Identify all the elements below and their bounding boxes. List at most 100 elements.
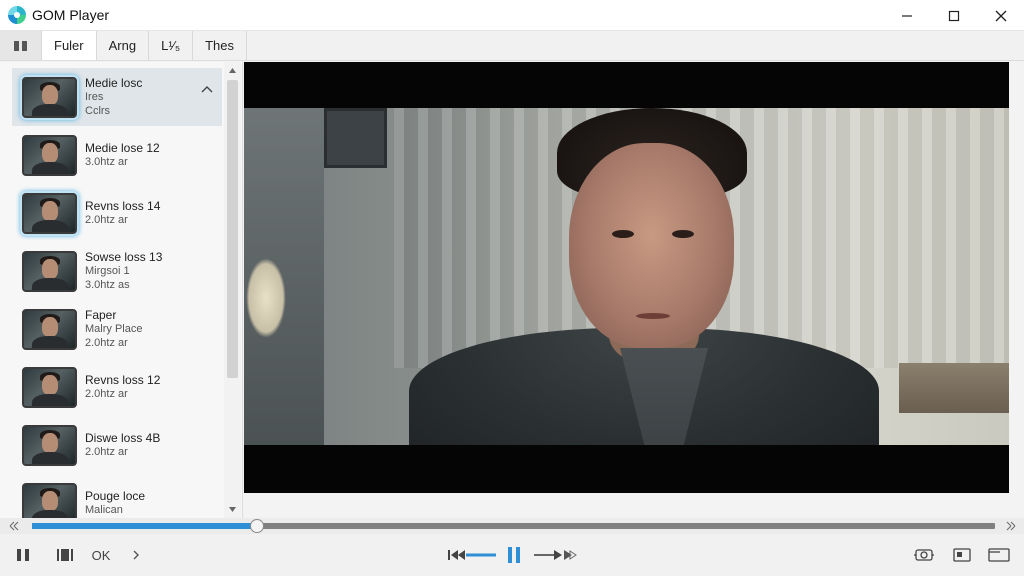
playlist-item-text: Sowse loss 13 Mirgsoi 1 3.0htz as	[85, 250, 162, 292]
playlist-item-detail: 3.0htz ar	[85, 156, 128, 168]
ok-label: OK	[91, 547, 111, 563]
playlist-item-title: Diswe loss 4B	[85, 431, 161, 445]
playlist-item-text: Diswe loss 4B 2.0htz ar	[85, 431, 160, 459]
maximize-button[interactable]	[930, 0, 977, 31]
playlist-scrollbar[interactable]	[224, 62, 241, 518]
pause-button[interactable]	[12, 544, 34, 566]
playlist-item-detail: 2.0htz ar	[85, 337, 128, 349]
play-pause-main-button[interactable]	[503, 544, 525, 566]
playlist-item[interactable]: Pouge loce Malican	[12, 474, 222, 518]
next-chevron-button[interactable]	[128, 544, 144, 566]
playlist-item-title: Faper	[85, 308, 117, 322]
tab-label: L¹⁄₅	[161, 38, 181, 53]
pause-main-icon	[508, 547, 520, 563]
video-thumbnail	[22, 250, 77, 292]
close-button[interactable]	[977, 0, 1024, 31]
chevron-right-icon	[133, 550, 139, 560]
playlist-panel: Medie losc Ires Cclrs Medie lose 12 3.0h…	[0, 62, 243, 518]
gom-logo-icon	[8, 6, 26, 24]
mini-player-button[interactable]	[986, 544, 1012, 566]
window-controls	[883, 0, 1024, 31]
playlist-item[interactable]: Sowse loss 13 Mirgsoi 1 3.0htz as	[12, 242, 222, 300]
playlist: Medie losc Ires Cclrs Medie lose 12 3.0h…	[12, 68, 222, 518]
playlist-item-text: Revns loss 12 2.0htz ar	[85, 373, 160, 401]
playback-controls: OK	[0, 534, 1024, 576]
ok-button[interactable]: OK	[88, 544, 114, 566]
maximize-icon	[948, 10, 959, 21]
video-thumbnail	[22, 366, 77, 408]
playlist-item-title: Revns loss 12	[85, 373, 161, 387]
playlist-item-detail: Ires	[85, 91, 104, 103]
fast-forward-icon	[534, 550, 577, 560]
tab-arng[interactable]: Arng	[97, 31, 150, 60]
playlist-panel-icon	[13, 40, 27, 51]
playlist-item-title: Medie lose 12	[85, 141, 160, 155]
playlist-item-detail: Malican	[85, 504, 123, 516]
screen-mode-button[interactable]	[950, 544, 974, 566]
playlist-item-text: Medie losc Ires Cclrs	[85, 76, 142, 118]
screen-mode-icon	[953, 548, 971, 562]
pause-icon	[17, 549, 29, 561]
tab-label: Arng	[108, 38, 137, 53]
video-thumbnail	[22, 482, 77, 518]
playlist-item[interactable]: Faper Malry Place 2.0htz ar	[12, 300, 222, 358]
stop-frame-icon	[57, 549, 73, 561]
rewind-icon	[448, 550, 496, 560]
minimize-button[interactable]	[883, 0, 930, 31]
fast-forward-button[interactable]	[532, 544, 580, 566]
tab-label: Fuler	[54, 38, 84, 53]
playlist-item[interactable]: Diswe loss 4B 2.0htz ar	[12, 416, 222, 474]
playlist-item-detail: Malry Place	[85, 323, 143, 335]
tab-fuler[interactable]: Fuler	[42, 31, 97, 60]
video-thumbnail	[22, 192, 77, 234]
playlist-item-detail: Cclrs	[85, 105, 111, 117]
scroll-up-arrow-icon[interactable]	[228, 66, 237, 75]
seek-track[interactable]	[32, 519, 995, 533]
playlist-item[interactable]: Revns loss 12 2.0htz ar	[12, 358, 222, 416]
playlist-item-detail: 2.0htz ar	[85, 214, 128, 226]
window-mode-icon	[988, 548, 1010, 562]
tab-label: Thes	[205, 38, 234, 53]
speed-up-icon[interactable]	[1005, 521, 1017, 531]
tab-l15[interactable]: L¹⁄₅	[149, 31, 194, 60]
video-thumbnail	[22, 308, 77, 350]
video-viewport[interactable]	[244, 62, 1009, 493]
title-bar: GOM Player	[0, 0, 1024, 31]
video-thumbnail	[22, 134, 77, 176]
window-title: GOM Player	[32, 7, 110, 23]
playlist-item-text: Faper Malry Place 2.0htz ar	[85, 308, 142, 350]
playlist-item-title: Revns loss 14	[85, 199, 161, 213]
playlist-item-text: Medie lose 12 3.0htz ar	[85, 141, 160, 169]
chevron-up-icon[interactable]	[200, 82, 214, 96]
scroll-down-arrow-icon[interactable]	[228, 505, 237, 514]
minimize-icon	[901, 14, 912, 17]
playlist-toggle-button[interactable]	[0, 31, 42, 60]
playlist-item-detail: 2.0htz ar	[85, 446, 128, 458]
seek-handle[interactable]	[250, 519, 265, 533]
tab-bar: Fuler Arng L¹⁄₅ Thes	[0, 31, 1024, 61]
tab-thes[interactable]: Thes	[193, 31, 247, 60]
playlist-item-title: Sowse loss 13	[85, 250, 163, 264]
video-thumbnail	[22, 424, 77, 466]
stop-button[interactable]	[54, 544, 76, 566]
scrollbar-thumb[interactable]	[227, 80, 238, 378]
playlist-item-detail: 2.0htz ar	[85, 388, 128, 400]
capture-icon	[914, 549, 934, 561]
seek-progress	[32, 523, 258, 529]
playlist-item-detail: 3.0htz as	[85, 279, 130, 291]
rewind-button[interactable]	[446, 544, 498, 566]
playlist-item-title: Pouge loce	[85, 489, 146, 503]
playlist-item[interactable]: Revns loss 14 2.0htz ar	[12, 184, 222, 242]
capture-button[interactable]	[912, 544, 936, 566]
playlist-item-text: Revns loss 14 2.0htz ar	[85, 199, 160, 227]
playlist-item-title: Medie losc	[85, 76, 143, 90]
video-frame	[244, 108, 1009, 445]
playlist-item-detail: Mirgsoi 1	[85, 265, 130, 277]
video-thumbnail	[22, 76, 77, 118]
playlist-item-text: Pouge loce Malican	[85, 489, 145, 517]
speed-down-icon[interactable]	[8, 521, 20, 531]
seek-bar-row	[0, 518, 1024, 534]
playlist-item[interactable]: Medie losc Ires Cclrs	[12, 68, 222, 126]
close-icon	[995, 10, 1006, 21]
playlist-item[interactable]: Medie lose 12 3.0htz ar	[12, 126, 222, 184]
